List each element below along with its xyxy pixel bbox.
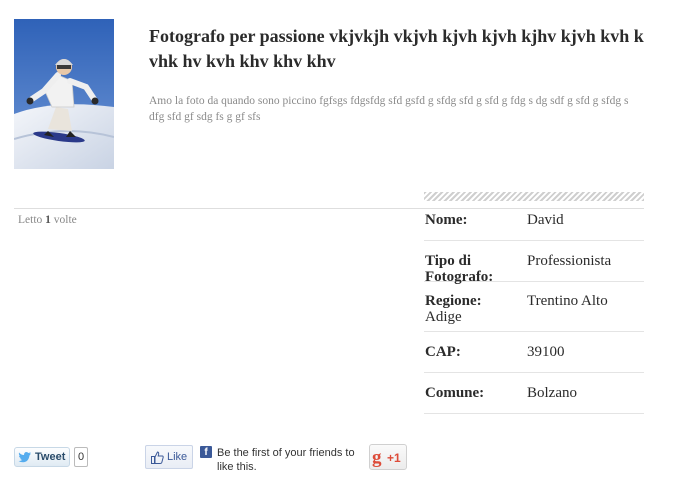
facebook-like-button[interactable]: Like [145,445,193,469]
info-label: Nome: [425,212,468,228]
hit-counter: Letto 1 volte [18,214,77,226]
like-label: Like [167,451,188,463]
info-value: 39100 [527,344,565,360]
facebook-social-text: Be the first of your friends to like thi… [217,447,355,473]
info-value: David [527,212,564,228]
info-label: CAP: [425,344,461,360]
info-row-cap: CAP: 39100 [424,332,644,373]
gplus-label: +1 [387,451,401,465]
info-value: Bolzano [527,385,577,401]
hits-count: 1 [45,214,51,226]
info-label: Comune: [425,385,485,401]
twitter-bird-icon [18,451,32,463]
thumbs-up-icon [151,450,164,464]
facebook-icon: f [200,446,212,458]
article-description: Amo la foto da quando sono piccino fgfsg… [149,95,629,123]
info-value: Trentino Alto [527,293,608,309]
tweet-count: 0 [74,447,88,467]
hatched-divider [424,192,644,201]
hits-prefix: Letto [18,214,43,226]
info-label: Regione: [425,293,482,309]
tweet-button[interactable]: Tweet [14,447,70,467]
article-title: Fotografo per passione vkjvkjh vkjvh kjv… [149,26,644,71]
info-row-nome: Nome: David [424,209,644,241]
google-plus-button[interactable]: g +1 [369,444,407,470]
google-plus-icon: g [372,447,382,468]
profile-photo [14,19,114,169]
info-row-tipo: Tipo di Fotografo: Professionista [424,241,644,285]
profile-info-table: Nome: David Tipo di Fotografo: Professio… [424,209,644,414]
info-label: Tipo di Fotografo: [425,253,494,285]
hits-suffix: volte [53,214,77,226]
info-value-continued: Adige [425,309,462,325]
info-row-regione: Regione: Trentino Alto Adige [424,282,644,332]
tweet-label: Tweet [35,451,66,463]
info-value: Professionista [527,253,612,269]
info-row-comune: Comune: Bolzano [424,373,644,414]
